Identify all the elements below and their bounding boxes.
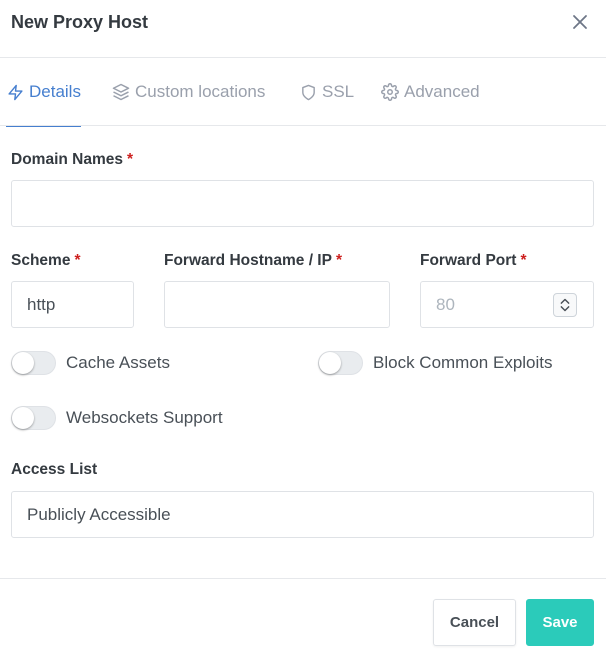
tab-advanced-label: Advanced: [404, 82, 480, 101]
scheme-label-text: Scheme: [11, 252, 71, 269]
modal-title: New Proxy Host: [11, 12, 149, 32]
websockets-support-label: Websockets Support: [66, 408, 223, 427]
tab-bar: Details Custom locations SSL Advanced: [0, 58, 606, 127]
toggle-knob: [12, 352, 34, 374]
tab-ssl-label: SSL: [322, 82, 355, 101]
cache-assets-toggle[interactable]: Cache Assets: [11, 351, 170, 375]
required-mark: *: [520, 252, 527, 269]
toggle-switch[interactable]: [318, 351, 363, 375]
forward-hostname-label: Forward Hostname / IP *: [164, 252, 342, 270]
lightning-icon: [8, 84, 23, 100]
layers-icon: [112, 83, 130, 101]
block-common-exploits-toggle[interactable]: Block Common Exploits: [318, 351, 553, 375]
tab-details[interactable]: Details: [6, 58, 81, 127]
domain-names-label-text: Domain Names: [11, 151, 123, 168]
access-list-select[interactable]: [11, 491, 594, 538]
tab-details-label: Details: [29, 82, 81, 101]
shield-icon: [302, 84, 315, 100]
tab-advanced[interactable]: Advanced: [381, 58, 480, 126]
gear-icon: [381, 83, 399, 101]
forward-hostname-input[interactable]: [164, 281, 390, 328]
access-list-label: Access List: [11, 461, 98, 478]
domain-names-label: Domain Names *: [11, 151, 133, 169]
scheme-input[interactable]: [11, 281, 134, 328]
scheme-label: Scheme *: [11, 252, 81, 270]
tab-custom-locations[interactable]: Custom locations: [112, 58, 265, 126]
forward-port-label-text: Forward Port: [420, 252, 517, 269]
toggle-knob: [319, 352, 341, 374]
toggle-switch[interactable]: [11, 351, 56, 375]
close-icon[interactable]: [569, 11, 591, 33]
cache-assets-label: Cache Assets: [66, 353, 170, 372]
save-button[interactable]: Save: [526, 599, 594, 646]
block-common-exploits-label: Block Common Exploits: [373, 353, 553, 372]
websockets-support-toggle[interactable]: Websockets Support: [11, 406, 223, 430]
required-mark: *: [335, 252, 342, 269]
required-mark: *: [126, 151, 134, 168]
forward-hostname-label-text: Forward Hostname / IP: [164, 252, 332, 269]
modal-footer: Cancel Save: [0, 578, 606, 653]
tab-ssl[interactable]: SSL: [300, 58, 354, 126]
required-mark: *: [74, 252, 81, 269]
toggle-knob: [12, 407, 34, 429]
modal-header: New Proxy Host: [0, 0, 606, 58]
cancel-button[interactable]: Cancel: [433, 599, 516, 646]
port-stepper-icon[interactable]: [553, 293, 577, 317]
domain-names-input[interactable]: [11, 180, 594, 227]
proxy-host-modal: New Proxy Host Details Custom locations …: [0, 0, 606, 653]
tab-custom-locations-label: Custom locations: [135, 82, 266, 101]
forward-port-label: Forward Port *: [420, 252, 527, 270]
toggle-switch[interactable]: [11, 406, 56, 430]
